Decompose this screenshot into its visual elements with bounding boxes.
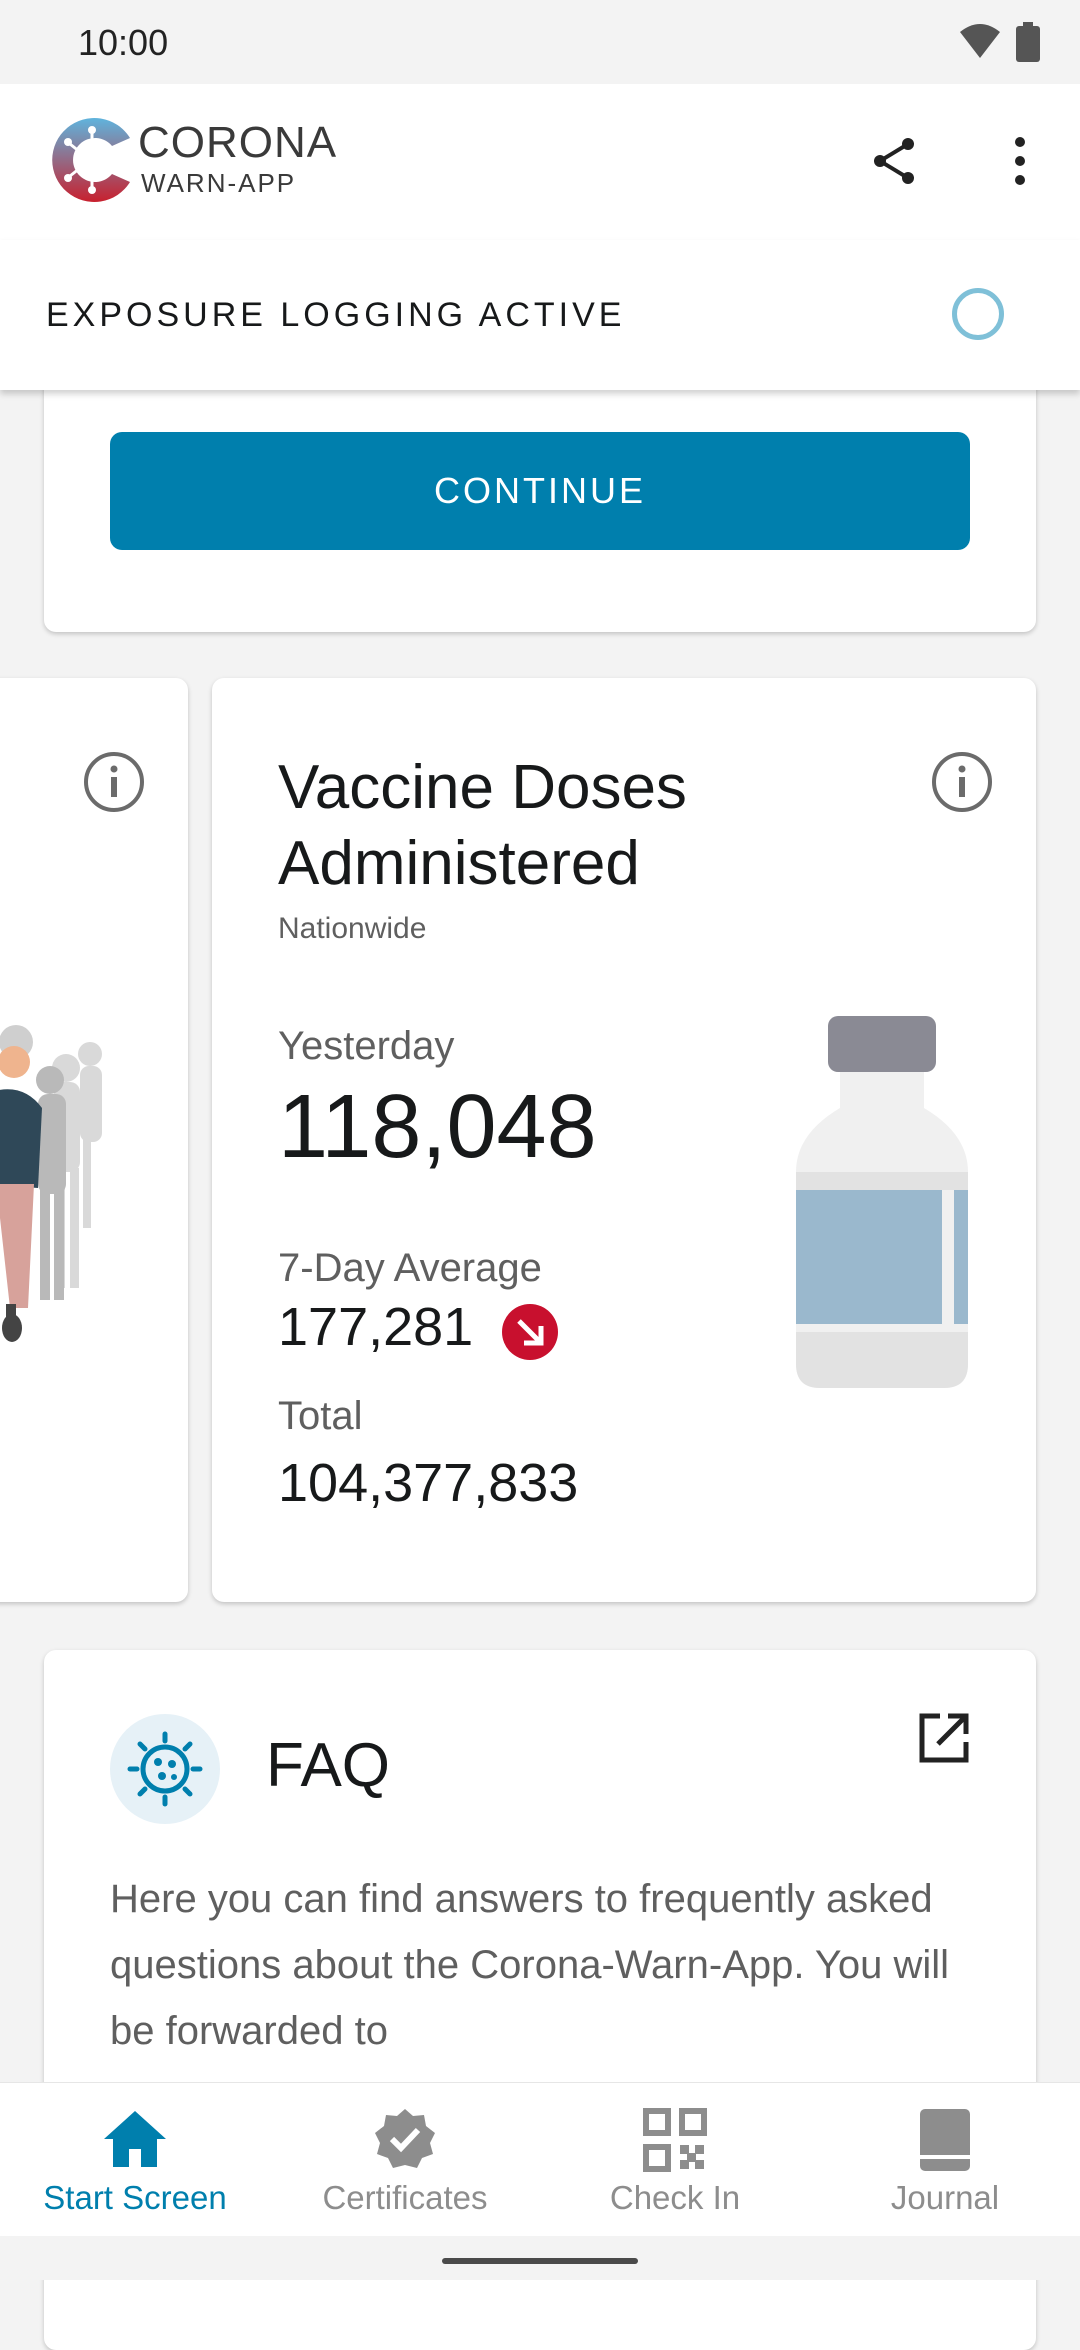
open-external-icon[interactable] xyxy=(916,1710,972,1766)
virus-icon xyxy=(110,1714,220,1824)
nav-label: Certificates xyxy=(322,2179,488,2216)
total-label: Total xyxy=(278,1394,363,1438)
vaccine-doses-card[interactable]: Vaccine Doses Administered Nationwide Ye… xyxy=(212,678,1036,1602)
faq-title: FAQ xyxy=(266,1731,391,1800)
more-vert-icon[interactable] xyxy=(1000,134,1040,188)
nav-label: Start Screen xyxy=(43,2179,227,2216)
nav-label: Check In xyxy=(609,2179,741,2216)
nav-journal[interactable]: Journal xyxy=(810,2083,1080,2237)
system-icons xyxy=(958,22,1040,62)
app-bar: CORONA WARN-APP xyxy=(0,84,1080,240)
qr-code-icon xyxy=(643,2108,707,2172)
battery-icon xyxy=(1016,22,1040,62)
status-bar: 10:00 xyxy=(0,0,1080,84)
exposure-status-label: EXPOSURE LOGGING ACTIVE xyxy=(46,296,626,334)
status-time: 10:00 xyxy=(78,22,169,63)
vaccine-vial-illustration xyxy=(796,1016,968,1388)
exposure-logging-banner[interactable]: EXPOSURE LOGGING ACTIVE xyxy=(0,240,1080,390)
app-logo-icon xyxy=(52,118,131,202)
average-label: 7-Day Average xyxy=(278,1246,542,1290)
home-gesture-bar[interactable] xyxy=(442,2258,638,2264)
card-title-line2: Administered xyxy=(278,829,640,898)
continue-button[interactable]: CONTINUE xyxy=(110,432,970,550)
nav-start-screen[interactable]: Start Screen xyxy=(0,2083,270,2237)
bottom-navigation: Start Screen Certificates Check In Journ… xyxy=(0,2082,1080,2237)
certificate-icon xyxy=(375,2109,435,2168)
arrow-down-right-icon xyxy=(502,1304,558,1360)
nav-certificates[interactable]: Certificates xyxy=(270,2083,540,2237)
card-title-line1: Vaccine Doses xyxy=(278,753,687,822)
nav-label: Journal xyxy=(890,2179,1000,2216)
total-value: 104,377,833 xyxy=(278,1453,579,1513)
nav-check-in[interactable]: Check In xyxy=(540,2083,810,2237)
brand-name: CORONA xyxy=(138,118,338,167)
average-value: 177,281 xyxy=(278,1297,474,1357)
yesterday-label: Yesterday xyxy=(278,1024,455,1068)
gesture-navigation-area xyxy=(0,2236,1080,2280)
wifi-icon xyxy=(960,24,1000,58)
faq-description: Here you can find answers to frequently … xyxy=(110,1877,950,2053)
people-illustration xyxy=(0,1025,102,1342)
ring-icon xyxy=(952,288,1004,340)
statistics-card-previous[interactable] xyxy=(0,678,188,1602)
info-icon[interactable] xyxy=(930,750,994,814)
share-icon[interactable] xyxy=(868,134,922,188)
card-subtitle: Nationwide xyxy=(278,912,427,945)
home-icon xyxy=(104,2111,166,2167)
yesterday-value: 118,048 xyxy=(278,1077,597,1177)
continue-card: CONTINUE xyxy=(44,360,1036,632)
brand-subname: WARN-APP xyxy=(141,168,297,198)
journal-icon xyxy=(920,2109,970,2171)
card-title: Vaccine Doses Administered xyxy=(278,750,687,902)
info-icon[interactable] xyxy=(82,750,146,814)
